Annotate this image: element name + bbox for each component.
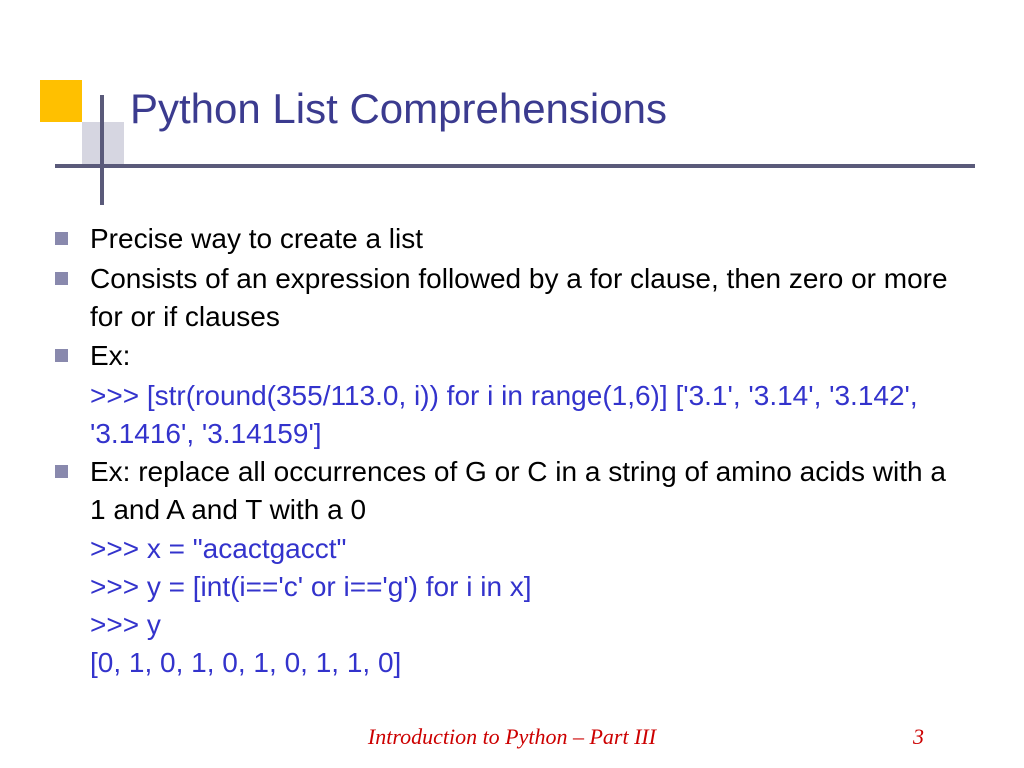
- page-number: 3: [913, 724, 924, 750]
- code-line: >>> y: [90, 606, 965, 644]
- code-output: [0, 1, 0, 1, 0, 1, 0, 1, 1, 0]: [90, 644, 965, 682]
- list-item: Consists of an expression followed by a …: [55, 260, 965, 336]
- code-line: >>> y = [int(i=='c' or i=='g') for i in …: [90, 568, 965, 606]
- horizontal-divider: [55, 164, 975, 168]
- slide-footer: Introduction to Python – Part III 3: [0, 724, 1024, 750]
- bullet-icon: [55, 349, 68, 362]
- code-example: >>> [str(round(355/113.0, i)) for i in r…: [90, 377, 965, 453]
- list-item: Ex: replace all occurrences of G or C in…: [55, 453, 965, 529]
- slide-content: Precise way to create a list Consists of…: [55, 220, 965, 682]
- list-item-text: Ex:: [90, 337, 130, 375]
- list-item: Precise way to create a list: [55, 220, 965, 258]
- list-item-text: Consists of an expression followed by a …: [90, 260, 965, 336]
- vertical-divider: [100, 95, 104, 205]
- slide-title: Python List Comprehensions: [130, 85, 667, 133]
- code-line: >>> x = "acactgacct": [90, 530, 965, 568]
- list-item-text: Ex: replace all occurrences of G or C in…: [90, 453, 965, 529]
- decorative-square-yellow: [40, 80, 82, 122]
- list-item-text: Precise way to create a list: [90, 220, 423, 258]
- slide-header: Python List Comprehensions: [0, 0, 1024, 200]
- bullet-icon: [55, 232, 68, 245]
- bullet-icon: [55, 465, 68, 478]
- bullet-icon: [55, 272, 68, 285]
- footer-title: Introduction to Python – Part III: [368, 724, 656, 750]
- list-item: Ex:: [55, 337, 965, 375]
